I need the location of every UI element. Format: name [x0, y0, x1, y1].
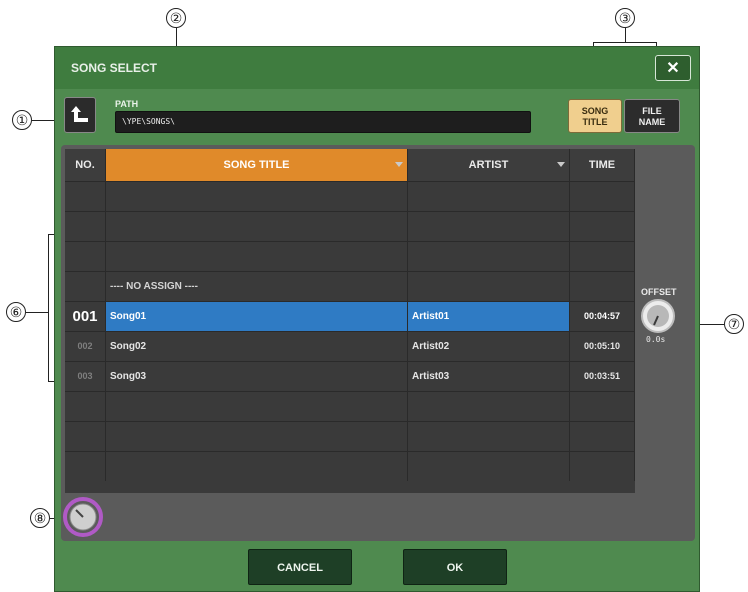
- song-title-toggle-line1: SONG: [581, 106, 609, 116]
- column-header-song-title-label: SONG TITLE: [223, 159, 290, 171]
- song-title-toggle-line2: TITLE: [582, 117, 608, 127]
- time-cell: [570, 272, 635, 301]
- song-title: Song03: [106, 362, 408, 391]
- time-cell: [570, 242, 635, 271]
- artist-cell: [408, 182, 570, 211]
- no-cell: [65, 272, 106, 301]
- column-header-artist-label: ARTIST: [468, 159, 509, 171]
- title-cell: [106, 452, 408, 481]
- title-bar: SONG SELECT ✕: [55, 47, 699, 89]
- table-row[interactable]: [65, 211, 635, 241]
- table-row[interactable]: [65, 421, 635, 451]
- artist-cell: [408, 452, 570, 481]
- path-display: \YPE\SONGS\: [115, 111, 531, 133]
- song-number: 003: [65, 362, 106, 391]
- song-number: 001: [65, 302, 106, 331]
- table-row[interactable]: [65, 241, 635, 271]
- callout-7: ⑦: [724, 314, 744, 334]
- time-cell: [570, 452, 635, 481]
- scroll-knob-icon: [63, 497, 103, 537]
- list-scroll-knob[interactable]: [63, 497, 103, 537]
- song-row[interactable]: 002 Song02 Artist02 00:05:10: [65, 331, 635, 361]
- title-cell: [106, 422, 408, 451]
- title-cell: [106, 242, 408, 271]
- title-cell: [106, 392, 408, 421]
- song-row-selected[interactable]: 001 Song01 Artist01 00:04:57: [65, 301, 635, 331]
- file-name-toggle[interactable]: FILE NAME: [624, 99, 680, 133]
- song-time: 00:03:51: [570, 362, 635, 391]
- no-cell: [65, 242, 106, 271]
- column-header-time[interactable]: TIME: [570, 149, 635, 181]
- no-assign-label: ---- NO ASSIGN ----: [106, 272, 408, 301]
- song-title: Song02: [106, 332, 408, 361]
- offset-knob[interactable]: [641, 299, 675, 333]
- folder-up-button[interactable]: [64, 97, 96, 133]
- title-cell: [106, 182, 408, 211]
- close-icon: ✕: [666, 60, 680, 77]
- song-list-panel: NO. SONG TITLE ARTIST TIME ---- NO ASSIG…: [61, 145, 695, 541]
- time-cell: [570, 182, 635, 211]
- dialog-title: SONG SELECT: [71, 61, 158, 75]
- leader-line: [48, 234, 49, 382]
- song-artist: Artist03: [408, 362, 570, 391]
- time-cell: [570, 212, 635, 241]
- callout-2: ②: [166, 8, 186, 28]
- table-row[interactable]: [65, 391, 635, 421]
- column-header-no-label: NO.: [75, 159, 95, 171]
- file-name-toggle-line1: FILE: [642, 106, 662, 116]
- column-header-song-title[interactable]: SONG TITLE: [106, 149, 408, 181]
- callout-1: ①: [12, 110, 32, 130]
- folder-up-icon: [71, 106, 88, 122]
- time-cell: [570, 392, 635, 421]
- callout-3: ③: [615, 8, 635, 28]
- artist-cell: [408, 392, 570, 421]
- song-select-dialog: SONG SELECT ✕ PATH \YPE\SONGS\ SONG TITL…: [54, 46, 700, 592]
- no-cell: [65, 392, 106, 421]
- artist-cell: [408, 212, 570, 241]
- sort-arrow-icon: [395, 162, 403, 167]
- offset-value: 0.0s: [646, 335, 666, 344]
- offset-label: OFFSET: [641, 287, 677, 297]
- time-cell: [570, 422, 635, 451]
- no-cell: [65, 422, 106, 451]
- knob-indicator-icon: [647, 305, 669, 327]
- callout-6: ⑥: [6, 302, 26, 322]
- artist-cell: [408, 422, 570, 451]
- artist-cell: [408, 242, 570, 271]
- path-label: PATH: [115, 99, 139, 109]
- artist-cell: [408, 272, 570, 301]
- song-row[interactable]: 003 Song03 Artist03 00:03:51: [65, 361, 635, 391]
- callout-8: ⑧: [30, 508, 50, 528]
- song-artist: Artist01: [408, 302, 570, 331]
- close-button[interactable]: ✕: [655, 55, 691, 81]
- song-artist: Artist02: [408, 332, 570, 361]
- leader-line: [26, 312, 48, 313]
- song-title-toggle[interactable]: SONG TITLE: [568, 99, 622, 133]
- table-row[interactable]: [65, 451, 635, 481]
- song-time: 00:05:10: [570, 332, 635, 361]
- song-time: 00:04:57: [570, 302, 635, 331]
- no-cell: [65, 452, 106, 481]
- column-header-no[interactable]: NO.: [65, 149, 106, 181]
- table-row[interactable]: [65, 181, 635, 211]
- sort-arrow-icon: [557, 162, 565, 167]
- leader-line: [625, 28, 626, 42]
- cancel-button[interactable]: CANCEL: [248, 549, 352, 585]
- ok-button[interactable]: OK: [403, 549, 507, 585]
- leader-line: [593, 42, 657, 43]
- no-cell: [65, 212, 106, 241]
- song-title: Song01: [106, 302, 408, 331]
- title-cell: [106, 212, 408, 241]
- song-list[interactable]: NO. SONG TITLE ARTIST TIME ---- NO ASSIG…: [65, 149, 635, 493]
- song-number: 002: [65, 332, 106, 361]
- no-assign-row[interactable]: ---- NO ASSIGN ----: [65, 271, 635, 301]
- no-cell: [65, 182, 106, 211]
- file-name-toggle-line2: NAME: [638, 117, 666, 127]
- column-header-artist[interactable]: ARTIST: [408, 149, 570, 181]
- column-header-time-label: TIME: [588, 159, 616, 171]
